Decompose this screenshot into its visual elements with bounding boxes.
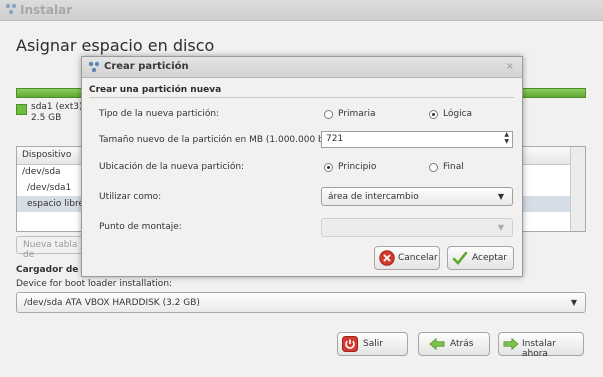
quit-button[interactable]: Salir bbox=[337, 332, 408, 356]
partition-legend-swatch bbox=[16, 104, 27, 115]
create-partition-dialog: Crear partición × Crear una partición nu… bbox=[81, 56, 523, 277]
close-icon[interactable]: × bbox=[506, 61, 514, 72]
location-end-label[interactable]: Final bbox=[443, 162, 464, 172]
partition-legend-name: sda1 (ext3) bbox=[31, 102, 83, 112]
dialog-title: Crear partición bbox=[104, 61, 189, 72]
type-primary-radio[interactable] bbox=[324, 110, 333, 119]
type-logical-radio[interactable] bbox=[429, 110, 438, 119]
installer-icon bbox=[88, 61, 100, 73]
divider bbox=[89, 97, 514, 98]
window-titlebar: Instalar bbox=[0, 0, 603, 21]
dropdown-arrow-icon: ▼ bbox=[497, 223, 504, 232]
installer-icon bbox=[5, 3, 17, 15]
location-start-label[interactable]: Principio bbox=[338, 162, 376, 172]
dialog-titlebar[interactable]: Crear partición × bbox=[82, 57, 522, 78]
mount-point-select[interactable]: ▼ bbox=[321, 218, 513, 237]
type-primary-label[interactable]: Primaria bbox=[338, 109, 375, 119]
window-title: Instalar bbox=[20, 3, 73, 17]
mount-point-label: Punto de montaje: bbox=[99, 222, 182, 232]
location-start-radio[interactable] bbox=[324, 163, 333, 172]
checkmark-icon bbox=[452, 251, 468, 265]
table-scrollbar[interactable] bbox=[570, 147, 585, 231]
dropdown-arrow-icon: ▼ bbox=[570, 298, 577, 307]
partition-size-label: Tamaño nuevo de la partición en MB (1.00… bbox=[99, 135, 350, 145]
partition-location-label: Ubicación de la nueva partición: bbox=[99, 162, 245, 172]
page-title: Asignar espacio en disco bbox=[16, 36, 215, 55]
location-end-radio[interactable] bbox=[429, 163, 438, 172]
cancel-button[interactable]: Cancelar bbox=[374, 246, 440, 270]
partition-legend-size: 2.5 GB bbox=[31, 113, 62, 123]
bootloader-device-label: Device for boot loader installation: bbox=[16, 279, 173, 289]
install-now-button[interactable]: Instalar ahora bbox=[498, 332, 584, 359]
spinner-arrows-icon[interactable]: ▲ ▼ bbox=[504, 131, 509, 145]
new-partition-table-button[interactable]: Nueva tabla de bbox=[16, 236, 86, 260]
partition-type-label: Tipo de la nueva partición: bbox=[99, 109, 220, 119]
accept-button[interactable]: Aceptar bbox=[447, 246, 514, 270]
arrow-left-icon bbox=[429, 337, 445, 351]
use-as-select[interactable]: área de intercambio ▼ bbox=[321, 187, 513, 206]
dialog-heading: Crear una partición nueva bbox=[89, 85, 222, 95]
power-icon bbox=[342, 336, 358, 352]
type-logical-label[interactable]: Lógica bbox=[443, 109, 472, 119]
cancel-icon bbox=[379, 250, 395, 266]
partition-size-spinner[interactable]: 721 ▲ ▼ bbox=[321, 131, 513, 148]
install-icon bbox=[503, 337, 519, 351]
dropdown-arrow-icon: ▼ bbox=[497, 192, 504, 201]
bootloader-device-select[interactable]: /dev/sda ATA VBOX HARDDISK (3.2 GB) ▼ bbox=[16, 292, 586, 313]
use-as-label: Utilizar como: bbox=[99, 192, 162, 202]
back-button[interactable]: Atrás bbox=[418, 332, 490, 356]
